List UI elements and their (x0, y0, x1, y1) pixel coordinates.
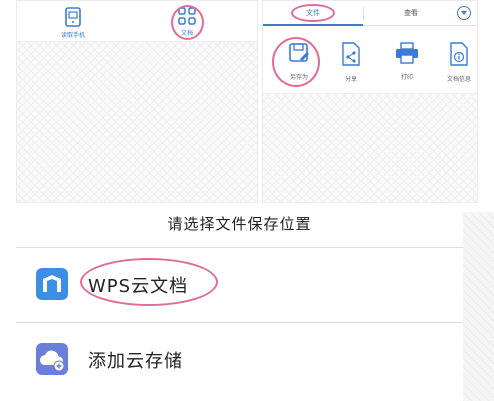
tab-view[interactable]: 查看 (363, 1, 459, 26)
highlight-circle (171, 5, 204, 40)
option-add-cloud-storage[interactable]: 添加云存储 (16, 323, 463, 397)
tool-label: 文档信息 (446, 76, 471, 83)
toolbar-item-label: 读取手机 (60, 32, 85, 39)
option-label: 添加云存储 (88, 351, 183, 372)
toolbar-item-read-phone[interactable]: 读取手机 (43, 7, 103, 39)
share-icon (342, 42, 360, 66)
file-browser-panel: 读取手机 文档 (16, 0, 258, 203)
highlight-circle (80, 258, 218, 306)
browser-toolbar: 读取手机 文档 (17, 1, 257, 42)
chevron-down-circle-icon[interactable] (457, 6, 471, 20)
info-document-icon (450, 42, 468, 66)
tool-label: 分享 (344, 76, 357, 83)
printer-icon (396, 42, 418, 64)
tool-print[interactable]: 打印 (385, 42, 429, 81)
tool-share[interactable]: 分享 (329, 42, 373, 83)
tool-document-info[interactable]: 文档信息 (437, 42, 481, 83)
highlight-circle (272, 37, 320, 87)
option-wps-cloud[interactable]: WPS云文档 (16, 248, 463, 322)
save-location-sheet: 请选择文件保存位置 WPS云文档 添加云存储 (16, 203, 463, 401)
tool-label: 打印 (400, 74, 413, 81)
sheet-title: 请选择文件保存位置 (167, 215, 312, 233)
document-menu-panel: 文件 查看 另存为 分享 打印 文档信息 (262, 0, 478, 203)
background-strip (463, 212, 494, 401)
highlight-circle (291, 4, 335, 22)
tablet-icon (65, 7, 81, 27)
add-cloud-icon (36, 343, 68, 375)
wps-cloud-icon (36, 268, 68, 300)
